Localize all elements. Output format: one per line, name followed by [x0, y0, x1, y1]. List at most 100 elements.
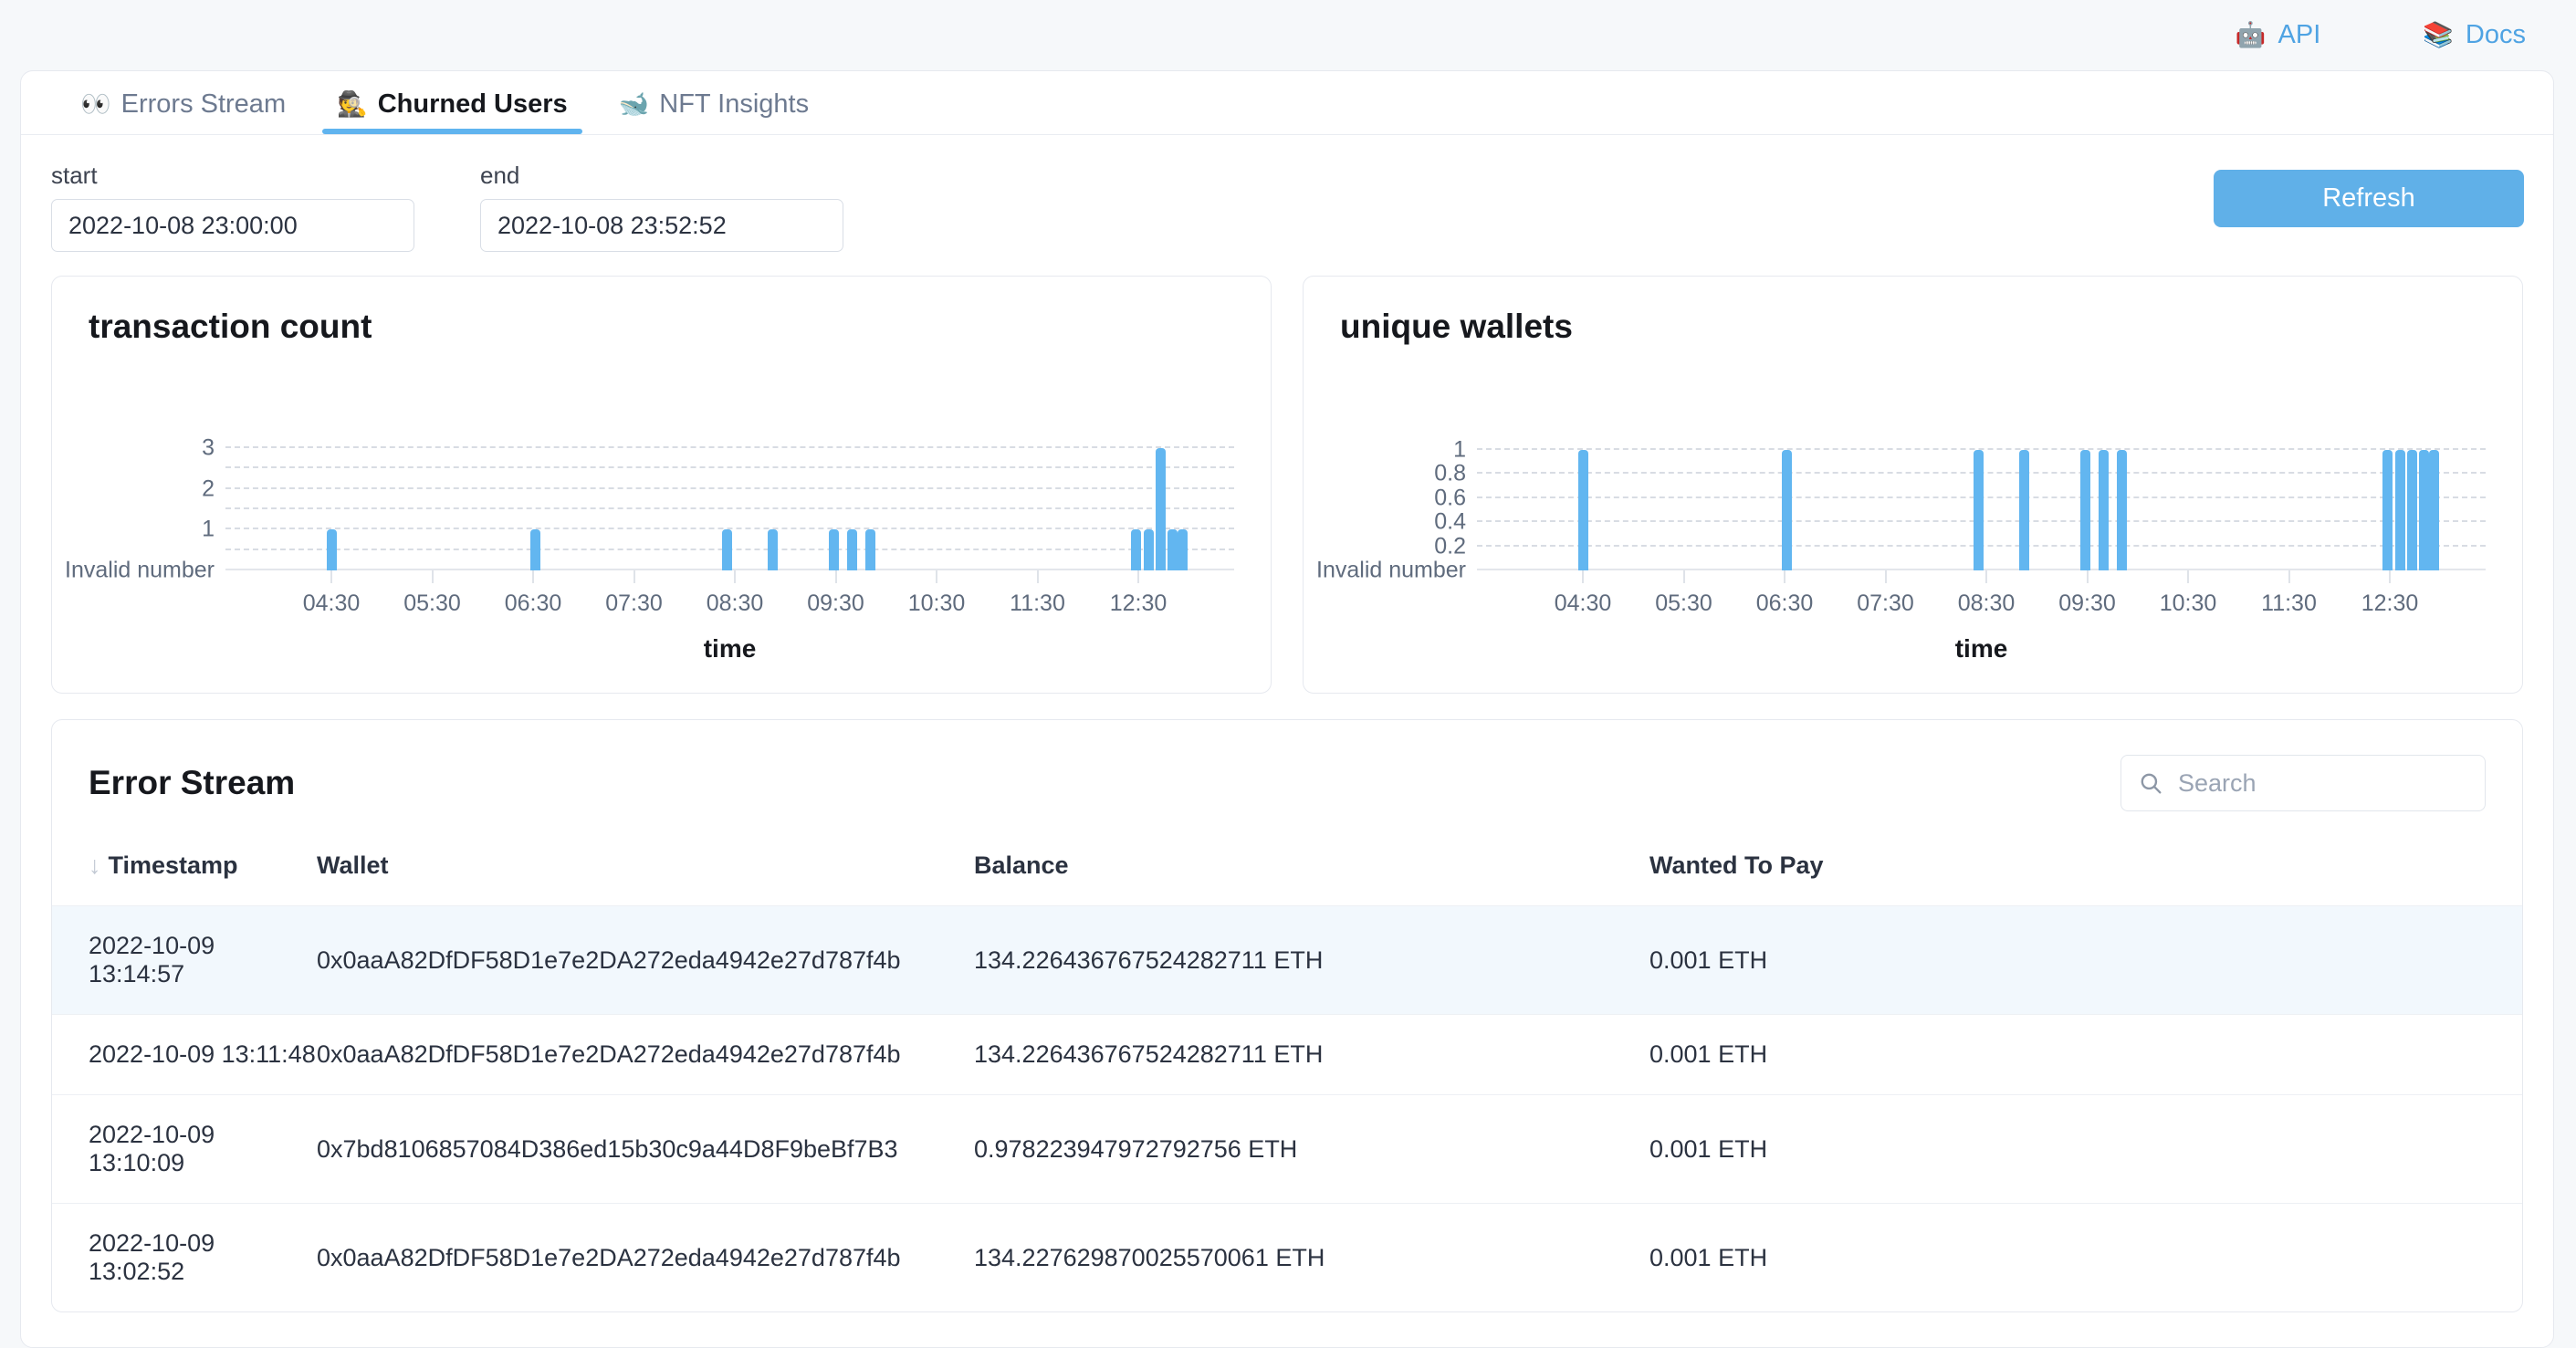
unique-wallets-chart-title: unique wallets	[1340, 308, 1573, 345]
balance-cell: 134.227629870025570061 ETH	[974, 1203, 1649, 1311]
column-header-timestamp[interactable]: ↓ Timestamp	[52, 837, 317, 906]
error-stream-table-head: ↓ Timestamp Wallet Balance Wanted To Pay	[52, 837, 2522, 906]
chart-bar	[768, 529, 779, 570]
docs-link[interactable]: 📚 Docs	[2423, 20, 2526, 50]
tab-nft-insights[interactable]: 🐋 NFT Insights	[593, 89, 834, 134]
y-axis-tick-label: 2	[202, 475, 215, 502]
wanted-to-pay-cell: 0.001 ETH	[1649, 1203, 2522, 1311]
column-header-balance[interactable]: Balance	[974, 837, 1649, 906]
timestamp-cell: 2022-10-09 13:02:52	[52, 1203, 317, 1311]
tab-churned-users[interactable]: 🕵️ Churned Users	[311, 89, 593, 134]
x-axis-tick-mark	[431, 570, 434, 583]
api-link-label: API	[2278, 20, 2321, 49]
end-input[interactable]	[480, 199, 843, 252]
transaction-count-plot-area: Invalid number 1 2 3 04:30 05:30 06:30 07:30 08:…	[52, 379, 1256, 693]
error-stream-table: ↓ Timestamp Wallet Balance Wanted To Pay …	[52, 837, 2522, 1311]
x-axis-tick-mark	[1884, 570, 1887, 583]
chart-bar	[2394, 449, 2405, 570]
table-row[interactable]: 2022-10-09 13:10:09 0x7bd8106857084D386ed…	[52, 1094, 2522, 1204]
x-axis-tick-mark	[1985, 570, 1988, 583]
chart-bar	[1781, 449, 1792, 570]
wallet-cell: 0x0aaA82DfDF58D1e7e2DA272eda4942e27d787f…	[317, 1014, 974, 1095]
x-axis-tick-label: 12:30	[1109, 590, 1168, 616]
start-input[interactable]	[51, 199, 414, 252]
x-axis-tick-mark	[734, 570, 737, 583]
gridline	[225, 466, 1234, 469]
start-field-group: start	[51, 162, 414, 252]
chart-bar	[1178, 529, 1189, 570]
x-axis-tick-label: 11:30	[1010, 590, 1065, 616]
chart-bar	[2019, 449, 2030, 570]
x-axis-tick-label: 12:30	[2361, 590, 2419, 616]
column-header-wanted-to-pay[interactable]: Wanted To Pay	[1649, 837, 2522, 906]
tab-churned-users-label: Churned Users	[377, 89, 568, 119]
chart-bar	[1973, 449, 1984, 570]
transaction-count-chart-title: transaction count	[89, 308, 372, 345]
detective-icon: 🕵️	[337, 90, 368, 118]
x-axis-tick-mark	[532, 570, 535, 583]
x-axis-tick-mark	[1036, 570, 1039, 583]
wallet-cell: 0x0aaA82DfDF58D1e7e2DA272eda4942e27d787f…	[317, 1203, 974, 1311]
x-axis-tick-mark	[1784, 570, 1786, 583]
x-axis-tick-mark	[1682, 570, 1685, 583]
x-axis-tick-label: 09:30	[2058, 590, 2116, 616]
column-header-wallet[interactable]: Wallet	[317, 837, 974, 906]
eyes-icon: 👀	[80, 90, 111, 118]
x-axis-tick-mark	[2288, 570, 2290, 583]
error-stream-header: Error Stream	[52, 720, 2522, 811]
unique-wallets-plot: Invalid number 0.2 0.4 0.6 0.8 1 04:30 05:30 06:…	[1316, 432, 2486, 663]
y-axis-tick-label: 0.2	[1434, 533, 1466, 559]
x-axis-tick-label: 06:30	[504, 590, 562, 616]
x-axis-tick-label: 10:30	[907, 590, 966, 616]
unique-wallets-chart-card: unique wallets Invalid number 0.2 0.4 0.6 0.…	[1303, 276, 2523, 694]
error-stream-title: Error Stream	[89, 764, 296, 801]
balance-cell: 0.978223947972792756 ETH	[974, 1094, 1649, 1204]
x-axis-tick-label: 07:30	[605, 590, 663, 616]
wanted-to-pay-cell: 0.001 ETH	[1649, 905, 2522, 1015]
timestamp-cell: 2022-10-09 13:14:57	[52, 905, 317, 1015]
table-row[interactable]: 2022-10-09 13:02:52 0x0aaA82DfDF58D1e7e2D…	[52, 1203, 2522, 1311]
x-axis-tick-mark	[1137, 570, 1140, 583]
gridline	[225, 486, 1234, 489]
x-axis-tick-mark	[2389, 570, 2392, 583]
end-label: end	[480, 162, 520, 189]
wanted-to-pay-cell: 0.001 ETH	[1649, 1094, 2522, 1204]
filter-row: start end Refresh	[21, 135, 2553, 252]
y-axis-tick-label: Invalid number	[1316, 557, 1466, 583]
x-axis-tick-label: 11:30	[2261, 590, 2317, 616]
chart-bar	[326, 529, 337, 570]
x-axis-tick-label: 05:30	[1655, 590, 1712, 616]
chart-bar	[1155, 447, 1166, 570]
chart-bar	[721, 529, 732, 570]
x-axis-tick-mark	[2187, 570, 2190, 583]
x-axis-tick-label: 04:30	[1554, 590, 1612, 616]
x-axis-tick-label: 08:30	[1957, 590, 2016, 616]
x-axis-title: time	[1954, 634, 2008, 663]
books-icon: 📚	[2423, 21, 2454, 48]
refresh-button[interactable]: Refresh	[2214, 170, 2524, 227]
chart-bar	[2098, 449, 2109, 570]
x-axis-tick-label: 09:30	[807, 590, 864, 616]
chart-bar	[2419, 449, 2430, 570]
api-link[interactable]: 🤖 API	[2236, 20, 2320, 50]
table-row[interactable]: 2022-10-09 13:11:48 0x0aaA82DfDF58D1e7e2D…	[52, 1014, 2522, 1095]
timestamp-cell: 2022-10-09 13:11:48	[52, 1014, 317, 1095]
x-axis-tick-mark	[834, 570, 837, 583]
top-navigation-bar: 🤖 API 📚 Docs	[0, 0, 2576, 70]
sort-descending-icon: ↓	[89, 852, 101, 879]
search-input[interactable]	[2120, 755, 2486, 811]
tab-errors-stream[interactable]: 👀 Errors Stream	[55, 89, 311, 134]
wallet-cell: 0x7bd8106857084D386ed15b30c9a44D8F9beBf7…	[317, 1094, 974, 1204]
table-row[interactable]: 2022-10-09 13:14:57 0x0aaA82DfDF58D1e7e2D…	[52, 905, 2522, 1015]
column-header-timestamp-label: Timestamp	[108, 852, 238, 879]
timestamp-cell: 2022-10-09 13:10:09	[52, 1094, 317, 1204]
chart-bar	[1577, 449, 1588, 570]
end-field-group: end	[480, 162, 843, 252]
transaction-count-plot: Invalid number 1 2 3 04:30 05:30 06:30 07:30 08:…	[65, 432, 1234, 663]
chart-bar	[2406, 449, 2417, 570]
error-stream-card: Error Stream ↓ Timestamp Wallet	[51, 719, 2523, 1312]
error-stream-table-body: 2022-10-09 13:14:57 0x0aaA82DfDF58D1e7e2D…	[52, 905, 2522, 1311]
x-axis-tick-mark	[330, 570, 333, 583]
chart-bar	[2079, 449, 2090, 570]
gridline	[225, 445, 1234, 448]
